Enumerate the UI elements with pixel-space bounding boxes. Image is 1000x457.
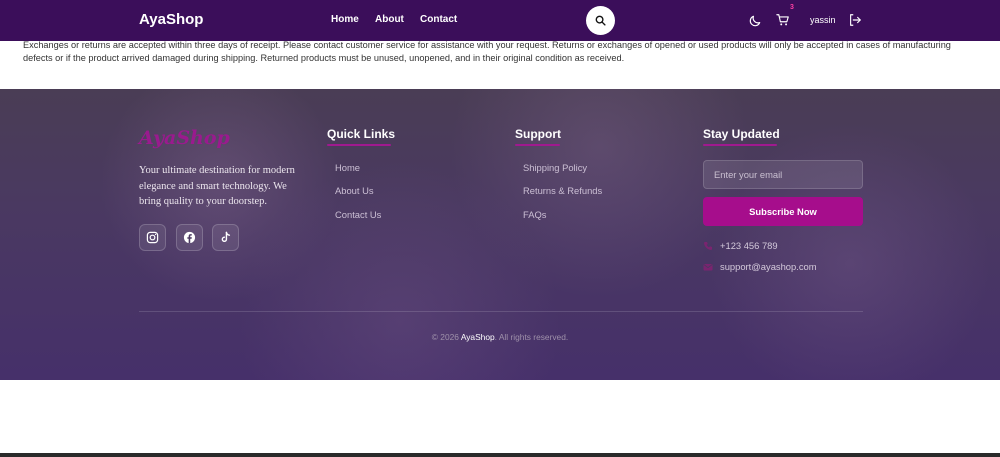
cart-button[interactable] (775, 12, 791, 28)
logout-icon (850, 14, 861, 26)
support-title-text: Support (515, 127, 561, 141)
stay-updated-title-text: Stay Updated (703, 127, 780, 141)
footer-link-contact-us[interactable]: Contact Us (335, 209, 381, 220)
footer-link-shipping-policy[interactable]: Shipping Policy (523, 162, 587, 173)
title-underline (703, 144, 777, 146)
copyright-suffix: . All rights reserved. (494, 332, 569, 342)
tiktok-button[interactable] (212, 224, 239, 251)
phone-icon (703, 241, 713, 251)
footer-link-faqs[interactable]: FAQs (523, 209, 546, 220)
support-title: Support (515, 127, 561, 146)
search-button[interactable] (586, 6, 615, 35)
facebook-button[interactable] (176, 224, 203, 251)
envelope-icon (703, 262, 713, 272)
footer-tagline: Your ultimate destination for modern ele… (139, 165, 295, 207)
nav-link-contact[interactable]: Contact (420, 14, 457, 25)
cart-count-badge: 3 (790, 4, 794, 11)
top-navbar: AyaShop Home About Contact 3 yassin (0, 0, 1000, 41)
contact-email[interactable]: support@ayashop.com (720, 261, 817, 272)
brand-logo[interactable]: AyaShop (139, 11, 203, 28)
footer-link-returns-refunds[interactable]: Returns & Refunds (523, 185, 602, 196)
cart-icon (776, 14, 789, 26)
footer-logo[interactable]: AyaShop (139, 127, 230, 149)
footer-link-about-us[interactable]: About Us (335, 185, 374, 196)
stay-updated-title: Stay Updated (703, 127, 780, 146)
bottom-edge-bar (0, 453, 1000, 457)
quick-links-title-text: Quick Links (327, 127, 396, 141)
copyright-text: © 2026 AyaShop. All rights reserved. (0, 332, 1000, 342)
footer-link-home[interactable]: Home (335, 162, 360, 173)
copyright-prefix: © 2026 (431, 332, 459, 342)
theme-toggle-button[interactable] (747, 12, 763, 28)
return-policy-text: Exchanges or returns are accepted within… (23, 40, 951, 63)
tiktok-icon (221, 231, 231, 242)
moon-icon (749, 15, 760, 26)
nav-link-about[interactable]: About (375, 14, 404, 25)
instagram-icon (146, 231, 159, 244)
username-label[interactable]: yassin (810, 15, 836, 25)
copyright-brand: AyaShop (460, 332, 495, 342)
title-underline (327, 144, 391, 146)
logout-button[interactable] (847, 12, 863, 28)
title-underline (515, 144, 560, 146)
newsletter-email-input[interactable] (703, 160, 863, 189)
facebook-icon (183, 231, 196, 244)
instagram-button[interactable] (139, 224, 166, 251)
search-icon (595, 15, 606, 26)
contact-phone: +123 456 789 (720, 240, 778, 251)
site-footer: AyaShop Your ultimate destination for mo… (0, 89, 1000, 380)
footer-divider (139, 311, 863, 312)
quick-links-title: Quick Links (327, 127, 395, 146)
subscribe-button[interactable]: Subscribe Now (703, 197, 863, 226)
nav-link-home[interactable]: Home (331, 14, 359, 25)
